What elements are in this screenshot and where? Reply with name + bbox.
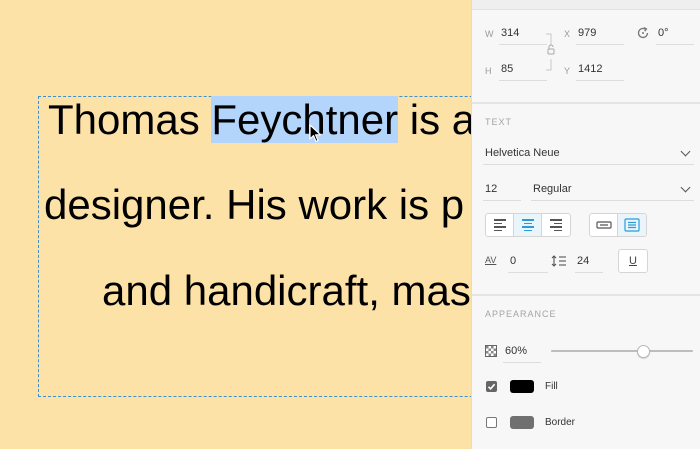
fixed-width-icon bbox=[624, 218, 640, 232]
text-line-1-after: is a bbox=[398, 96, 471, 143]
underline-toggle-group: U bbox=[618, 249, 648, 273]
text-line-2[interactable]: designer. His work is p bbox=[44, 181, 464, 229]
align-center-icon bbox=[521, 219, 534, 231]
font-size-field[interactable]: 12 bbox=[485, 183, 497, 195]
fill-label: Fill bbox=[545, 381, 558, 392]
section-divider bbox=[472, 294, 700, 296]
height-field-underline bbox=[499, 80, 547, 81]
mouse-pointer-icon bbox=[309, 124, 322, 143]
kerning-underline bbox=[508, 272, 548, 273]
line-height-icon bbox=[551, 255, 566, 267]
panel-top-strip bbox=[472, 0, 700, 10]
chevron-down-icon[interactable] bbox=[680, 182, 691, 193]
auto-width-button[interactable] bbox=[590, 214, 618, 236]
width-field[interactable]: 314 bbox=[501, 27, 519, 39]
width-field-underline bbox=[499, 44, 547, 45]
y-field-underline bbox=[576, 80, 624, 81]
font-family-underline bbox=[483, 164, 694, 165]
x-field-underline bbox=[576, 44, 624, 45]
line-height-underline bbox=[575, 272, 603, 273]
x-field[interactable]: 979 bbox=[578, 27, 596, 39]
opacity-field[interactable]: 60% bbox=[505, 345, 527, 357]
fixed-width-button[interactable] bbox=[618, 214, 646, 236]
text-section-title: TEXT bbox=[485, 117, 513, 127]
text-line-1-before: Thomas bbox=[48, 96, 212, 143]
font-family-select[interactable]: Helvetica Neue bbox=[485, 147, 560, 159]
rotation-field[interactable]: 0° bbox=[658, 27, 669, 39]
width-label: W bbox=[485, 29, 494, 39]
kerning-icon: AV bbox=[485, 255, 497, 265]
font-weight-select[interactable]: Regular bbox=[533, 183, 572, 195]
font-weight-underline bbox=[531, 200, 694, 201]
opacity-icon bbox=[485, 345, 497, 357]
align-center-button[interactable] bbox=[514, 214, 542, 236]
align-left-icon bbox=[493, 219, 506, 231]
design-canvas[interactable]: Thomas Feychtner is a designer. His work… bbox=[0, 0, 471, 449]
height-field[interactable]: 85 bbox=[501, 63, 513, 75]
underline-button[interactable]: U bbox=[619, 250, 647, 272]
align-right-icon bbox=[550, 219, 562, 231]
opacity-slider-handle[interactable] bbox=[636, 345, 650, 358]
font-size-underline bbox=[483, 200, 521, 201]
rotate-icon[interactable] bbox=[636, 26, 650, 40]
y-label: Y bbox=[564, 66, 571, 76]
rotation-field-underline bbox=[656, 44, 694, 45]
appearance-section-title: APPEARANCE bbox=[485, 309, 557, 319]
y-field[interactable]: 1412 bbox=[578, 63, 602, 75]
selected-text[interactable]: Feychtner bbox=[211, 96, 399, 143]
chevron-down-icon[interactable] bbox=[680, 146, 691, 157]
kerning-field[interactable]: 0 bbox=[510, 255, 516, 267]
text-line-3[interactable]: and handicraft, mas bbox=[102, 267, 471, 315]
text-line-1[interactable]: Thomas Feychtner is a bbox=[48, 96, 471, 144]
align-right-button[interactable] bbox=[542, 214, 570, 236]
height-label: H bbox=[485, 66, 492, 76]
checkmark-icon bbox=[487, 383, 496, 390]
line-height-field[interactable]: 24 bbox=[577, 255, 589, 267]
auto-width-icon bbox=[595, 221, 612, 229]
inspector-panel: W 314 X 979 0° H 85 Y 1412 TEXT Helvetic… bbox=[471, 0, 700, 449]
lock-proportions-icon[interactable] bbox=[544, 32, 556, 72]
fill-checkbox[interactable] bbox=[486, 381, 497, 392]
border-color-swatch[interactable] bbox=[510, 416, 534, 429]
border-label: Border bbox=[545, 417, 576, 428]
text-box-mode-group bbox=[589, 213, 647, 237]
align-left-button[interactable] bbox=[486, 214, 514, 236]
opacity-field-underline bbox=[503, 362, 541, 363]
fill-color-swatch[interactable] bbox=[510, 380, 534, 393]
opacity-slider-track[interactable] bbox=[551, 350, 693, 352]
border-checkbox[interactable] bbox=[486, 417, 497, 428]
x-label: X bbox=[564, 29, 571, 39]
text-align-group bbox=[485, 213, 571, 237]
section-divider bbox=[472, 102, 700, 104]
